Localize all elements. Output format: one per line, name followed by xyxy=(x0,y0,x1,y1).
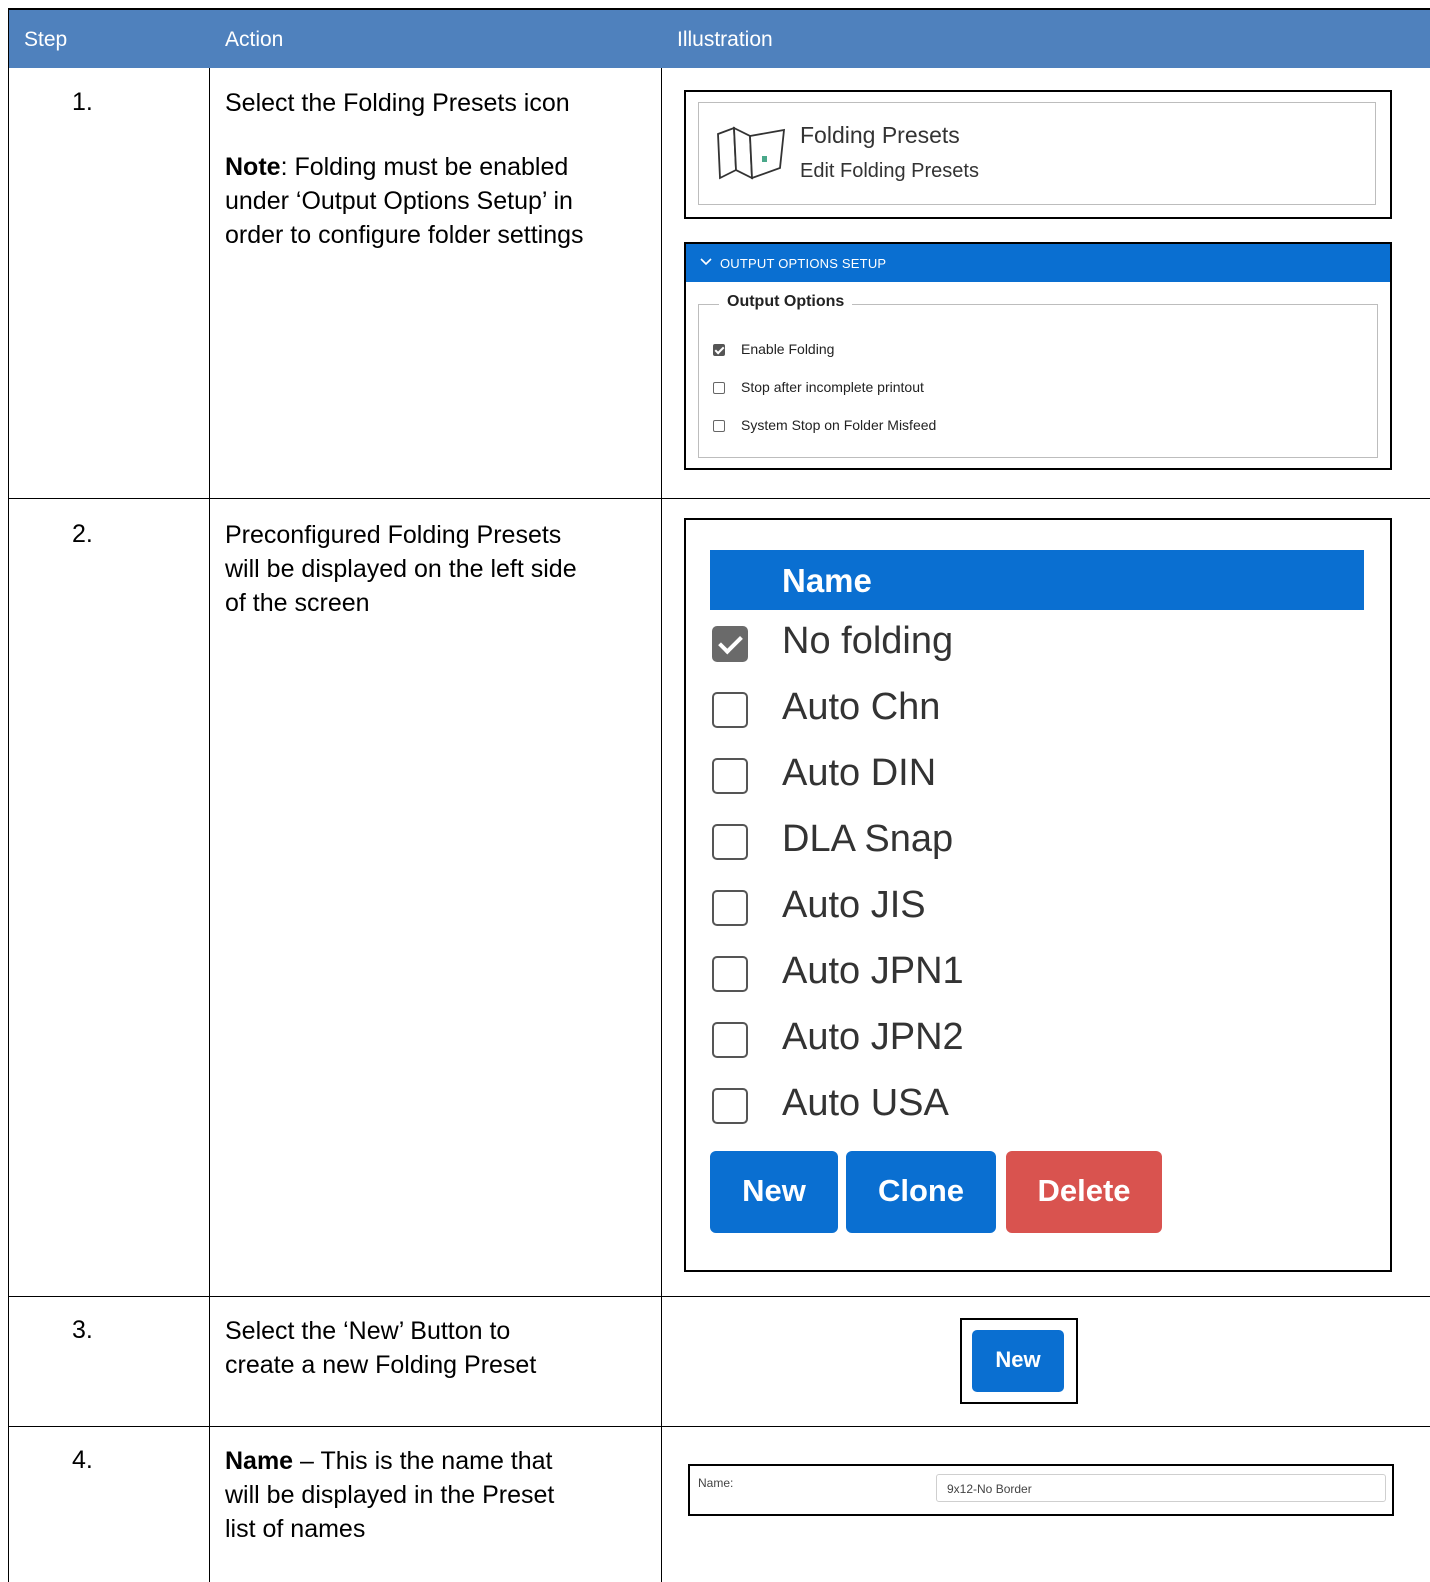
action-line: of the screen xyxy=(225,589,370,617)
preset-name: Auto JPN1 xyxy=(782,950,964,992)
option-label: Stop after incomplete printout xyxy=(741,379,924,395)
preset-name: Auto JIS xyxy=(782,884,926,926)
fieldset-legend: Output Options xyxy=(719,293,853,311)
checkbox[interactable] xyxy=(713,420,725,433)
step-number: 1. xyxy=(72,88,93,116)
checkbox[interactable] xyxy=(712,890,748,926)
instruction-table: Step Action Illustration 1. Select the F… xyxy=(8,8,1430,1582)
action-line: list of names xyxy=(225,1515,366,1543)
note-line: under ‘Output Options Setup’ in xyxy=(225,187,573,215)
action-text: – This is the name that xyxy=(293,1447,553,1475)
presets-list-panel: Name No folding Auto Chn Auto DIN DLA Sn… xyxy=(684,518,1392,1272)
action-text: Select the Folding Presets icon xyxy=(225,89,570,117)
output-options-fieldset: Output Options Enable Folding Stop after… xyxy=(698,293,1378,458)
step-action: Name – This is the name that will be dis… xyxy=(225,1444,554,1546)
checkbox[interactable] xyxy=(712,1022,748,1058)
table-border-left xyxy=(8,8,9,1582)
folding-presets-tile[interactable]: Folding Presets Edit Folding Presets xyxy=(684,90,1392,219)
output-options-header[interactable]: OUTPUT OPTIONS SETUP xyxy=(686,244,1390,282)
row-divider xyxy=(8,1296,1430,1297)
tile-border xyxy=(698,102,1376,205)
name-term: Name xyxy=(225,1447,294,1475)
option-label: Enable Folding xyxy=(741,341,835,357)
option-enable-folding[interactable]: Enable Folding xyxy=(713,341,834,357)
new-button[interactable]: New xyxy=(710,1151,838,1233)
preset-name: Auto DIN xyxy=(782,752,937,794)
step-number: 3. xyxy=(72,1316,93,1344)
header-step: Step xyxy=(24,28,68,51)
note-text: Note: Folding must be enabled xyxy=(225,150,584,184)
table-header: Step Action Illustration xyxy=(8,8,1430,68)
step-action: Preconfigured Folding Presets will be di… xyxy=(225,518,577,620)
column-divider xyxy=(661,68,662,1582)
column-divider xyxy=(209,68,210,1582)
note-line: order to configure folder settings xyxy=(225,221,584,249)
preset-name: Auto USA xyxy=(782,1082,949,1124)
tile-subtitle: Edit Folding Presets xyxy=(800,160,979,182)
new-button-illustration: New xyxy=(960,1318,1078,1404)
delete-button[interactable]: Delete xyxy=(1006,1151,1162,1233)
row-divider xyxy=(8,1426,1430,1427)
checkbox[interactable] xyxy=(713,382,725,395)
new-button[interactable]: New xyxy=(972,1330,1064,1392)
checkbox[interactable] xyxy=(712,692,748,728)
row-divider xyxy=(8,498,1430,499)
action-line: will be displayed in the Preset xyxy=(225,1481,555,1509)
checkbox[interactable] xyxy=(712,1088,748,1124)
note-line: : Folding must be enabled xyxy=(280,153,569,181)
option-label: System Stop on Folder Misfeed xyxy=(741,417,937,433)
checkbox[interactable] xyxy=(712,758,748,794)
chevron-down-icon xyxy=(700,258,712,266)
name-column-header: Name xyxy=(710,550,1364,610)
action-line: will be displayed on the left side xyxy=(225,555,577,583)
checkbox[interactable] xyxy=(712,956,748,992)
name-field-label: Name: xyxy=(698,1476,734,1490)
option-system-stop[interactable]: System Stop on Folder Misfeed xyxy=(713,417,936,433)
step-number: 2. xyxy=(72,520,93,548)
name-field-illustration: Name: 9x12-No Border xyxy=(688,1464,1394,1516)
tile-title: Folding Presets xyxy=(800,122,960,148)
step-number: 4. xyxy=(72,1446,93,1474)
action-line: Preconfigured Folding Presets xyxy=(225,521,562,549)
option-stop-incomplete[interactable]: Stop after incomplete printout xyxy=(713,379,924,395)
checkbox[interactable] xyxy=(712,824,748,860)
preset-name: No folding xyxy=(782,620,954,662)
column-header-label: Name xyxy=(782,562,872,599)
action-line: Name – This is the name that xyxy=(225,1444,554,1478)
note-label: Note xyxy=(225,153,281,181)
action-line: Select the ‘New’ Button to xyxy=(225,1317,511,1345)
step-action: Select the ‘New’ Button to create a new … xyxy=(225,1314,536,1382)
name-input[interactable]: 9x12-No Border xyxy=(936,1474,1386,1502)
output-options-panel: OUTPUT OPTIONS SETUP Output Options Enab… xyxy=(684,242,1392,470)
preset-name: Auto Chn xyxy=(782,686,941,728)
preset-name: Auto JPN2 xyxy=(782,1016,964,1058)
checkbox-checked[interactable] xyxy=(712,626,748,662)
header-illustration: Illustration xyxy=(677,28,773,51)
output-options-title: OUTPUT OPTIONS SETUP xyxy=(720,256,887,271)
step-action: Select the Folding Presets icon Note: Fo… xyxy=(225,86,584,252)
folding-presets-icon xyxy=(717,126,786,180)
clone-button[interactable]: Clone xyxy=(846,1151,996,1233)
action-line: create a new Folding Preset xyxy=(225,1351,537,1379)
checkbox-checked[interactable] xyxy=(713,344,725,357)
header-action: Action xyxy=(225,28,284,51)
preset-name: DLA Snap xyxy=(782,818,954,860)
